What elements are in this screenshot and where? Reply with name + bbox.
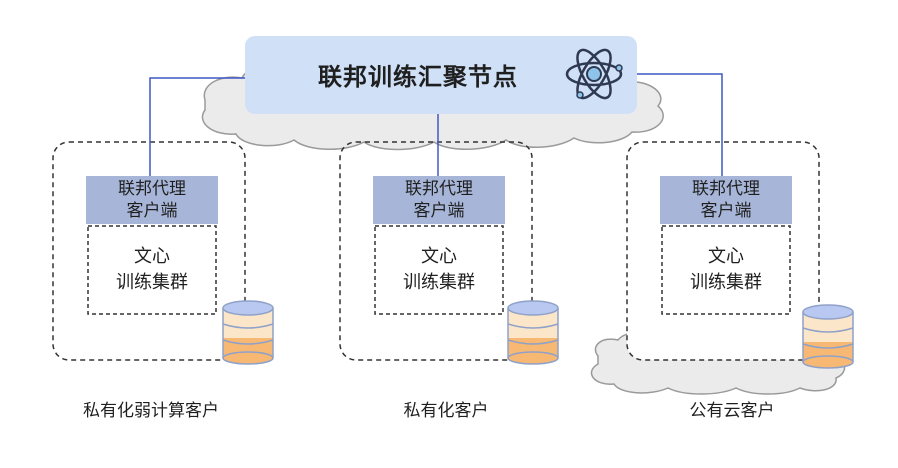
- training-cluster-1: 文心 训练集群: [88, 228, 216, 312]
- federated-agent-client-1: 联邦代理 客户端: [86, 176, 218, 224]
- diagram-canvas: 联邦训练汇聚节点 联邦代理 客户端 文心 训练集群 私有化弱计算客户 联邦代理 …: [0, 0, 898, 468]
- training-cluster-3: 文心 训练集群: [662, 228, 790, 312]
- database-icon: [222, 300, 274, 365]
- cluster-label-line1: 文心: [421, 246, 457, 267]
- database-icon: [802, 304, 854, 369]
- cluster-label-line2: 训练集群: [690, 272, 762, 293]
- agent-label-line2: 客户端: [413, 201, 465, 221]
- cluster-label-line2: 训练集群: [116, 272, 188, 293]
- hub-title: 联邦训练汇聚节点: [318, 62, 518, 91]
- agent-label-line2: 客户端: [126, 201, 178, 221]
- customer-caption-2: 私有化客户: [403, 400, 489, 421]
- cluster-label-line1: 文心: [708, 246, 744, 267]
- cluster-label-line1: 文心: [134, 246, 170, 267]
- training-cluster-2: 文心 训练集群: [375, 228, 503, 312]
- federated-agent-client-3: 联邦代理 客户端: [660, 176, 792, 224]
- database-icon: [507, 300, 559, 365]
- customer-caption-1: 私有化弱计算客户: [83, 400, 219, 421]
- agent-label-line1: 联邦代理: [692, 179, 760, 199]
- agent-label-line2: 客户端: [700, 201, 752, 221]
- agent-label-line1: 联邦代理: [118, 179, 186, 199]
- agent-label-line1: 联邦代理: [405, 179, 473, 199]
- federated-agent-client-2: 联邦代理 客户端: [373, 176, 505, 224]
- cluster-label-line2: 训练集群: [403, 272, 475, 293]
- customer-caption-3: 公有云客户: [689, 400, 775, 421]
